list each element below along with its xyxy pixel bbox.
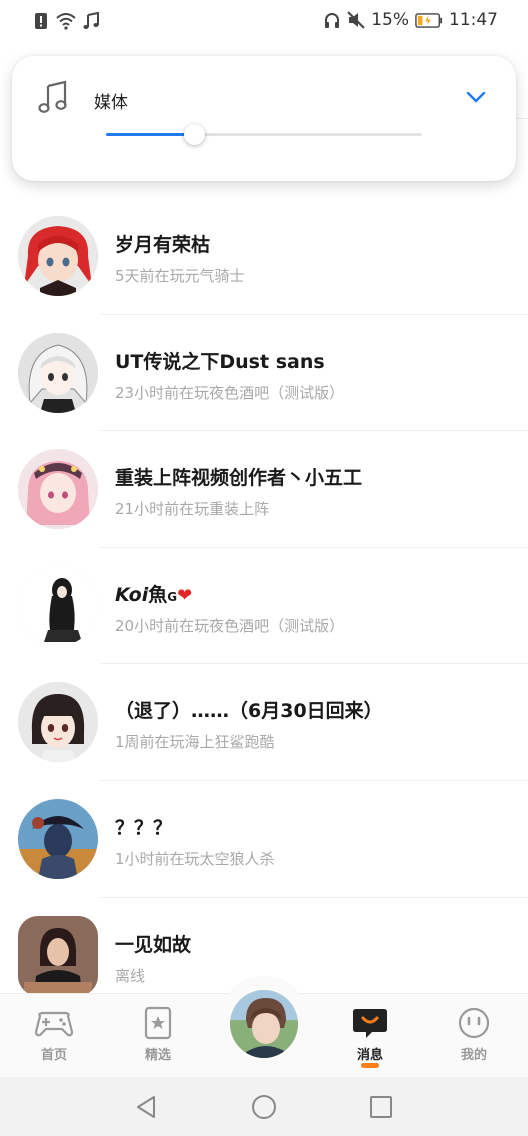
tab-messages[interactable]: 消息 <box>330 1006 410 1068</box>
friend-name: Koi魚G❤ <box>115 583 193 606</box>
friend-name: 岁月有荣枯 <box>115 234 211 256</box>
recent-apps-icon[interactable] <box>368 1094 394 1120</box>
friend-status: 21小时前在玩重装上阵 <box>115 500 270 519</box>
friend-name: 重装上阵视频创作者丶小五工 <box>115 467 363 490</box>
mute-icon <box>347 11 365 29</box>
volume-label: 媒体 <box>94 93 128 113</box>
tab-mine[interactable]: 我的 <box>434 1006 514 1063</box>
avatar <box>18 565 98 646</box>
friend-list: 岁月有荣枯 5天前在玩元气骑士 UT传说之下Dust sans 23小时前在玩夜… <box>0 198 528 1014</box>
battery-percent: 15% <box>371 10 409 30</box>
volume-slider-thumb[interactable] <box>184 124 206 145</box>
list-item[interactable]: ？？？ 1小时前在玩太空狼人杀 <box>0 781 528 898</box>
alert-icon <box>35 13 47 29</box>
avatar <box>18 798 98 879</box>
volume-slider-fill <box>106 133 195 136</box>
profile-avatar-button[interactable] <box>228 988 300 1060</box>
friend-name: UT传说之下Dust sans <box>115 350 325 373</box>
avatar <box>18 449 98 530</box>
tab-featured[interactable]: 精选 <box>118 1006 198 1063</box>
headphones-icon <box>325 13 340 28</box>
status-bar: 15% 11:47 <box>0 0 528 44</box>
system-navigation-bar <box>0 1077 528 1136</box>
avatar <box>18 915 98 996</box>
list-item[interactable]: UT传说之下Dust sans 23小时前在玩夜色酒吧（测试版） <box>0 315 528 432</box>
list-item[interactable]: Koi魚G❤ 20小时前在玩夜色酒吧（测试版） <box>0 548 528 665</box>
list-item[interactable]: 重装上阵视频创作者丶小五工 21小时前在玩重装上阵 <box>0 431 528 548</box>
battery-icon <box>415 12 443 28</box>
wifi-icon <box>56 13 76 30</box>
friend-status: 1小时前在玩太空狼人杀 <box>115 849 275 868</box>
back-icon[interactable] <box>134 1094 160 1120</box>
avatar <box>18 682 98 763</box>
list-item[interactable]: 岁月有荣枯 5天前在玩元气骑士 <box>0 198 528 315</box>
star-card-icon <box>144 1006 172 1040</box>
list-item[interactable]: （退了）……（6月30日回来） 1周前在玩海上狂鲨跑酷 <box>0 664 528 781</box>
bottom-nav: 首页 精选 消息 我的 <box>0 976 528 1077</box>
clock: 11:47 <box>449 10 498 30</box>
friend-name: 一见如故 <box>115 933 192 956</box>
friend-status: 1周前在玩海上狂鲨跑酷 <box>115 733 275 752</box>
music-note-icon <box>83 12 99 29</box>
volume-panel: 媒体 <box>12 56 516 181</box>
friend-name: ？？？ <box>115 816 173 839</box>
smiley-face-icon <box>458 1007 490 1039</box>
volume-slider[interactable] <box>106 124 422 145</box>
friend-status: 离线 <box>115 966 146 985</box>
active-indicator <box>361 1063 379 1068</box>
friend-name: （退了）……（6月30日回来） <box>115 700 383 723</box>
avatar <box>18 216 98 296</box>
avatar <box>18 332 98 413</box>
heart-icon: ❤ <box>177 584 193 606</box>
tab-home[interactable]: 首页 <box>14 1006 94 1063</box>
music-note-icon <box>38 80 67 113</box>
friend-status: 20小时前在玩夜色酒吧（测试版） <box>115 616 345 635</box>
message-bubble-icon <box>353 1009 387 1038</box>
home-icon[interactable] <box>251 1094 277 1120</box>
friend-status: 5天前在玩元气骑士 <box>115 267 245 285</box>
friend-status: 23小时前在玩夜色酒吧（测试版） <box>115 383 345 402</box>
gamepad-icon <box>34 1011 74 1037</box>
chevron-down-icon[interactable] <box>466 90 486 104</box>
